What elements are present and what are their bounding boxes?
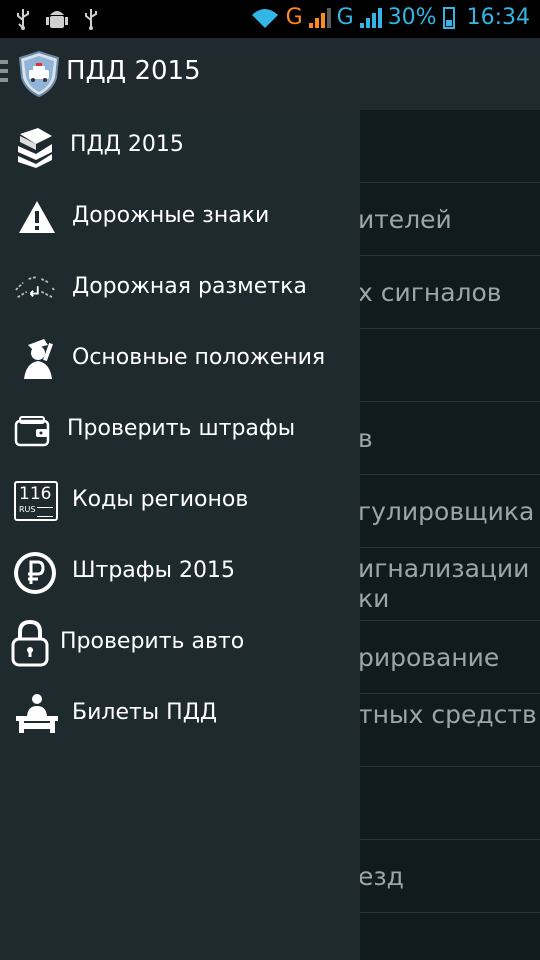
clock: 16:34 <box>466 5 530 30</box>
drawer-item-pdd[interactable]: ПДД 2015 <box>0 112 360 183</box>
network-type-2: G <box>336 5 354 30</box>
app-logo-icon[interactable] <box>18 50 60 98</box>
status-indicators: G G 30% 16:34 <box>250 5 530 30</box>
app-title: ПДД 2015 <box>66 56 201 86</box>
drawer-item-label: Дорожная разметка <box>72 274 307 299</box>
warning-sign-icon <box>19 201 55 233</box>
battery-percent: 30% <box>387 5 437 30</box>
navigation-drawer: ПДД 2015 Дорожные знаки Дорожная разметк… <box>0 110 360 960</box>
wifi-icon <box>251 8 278 28</box>
drawer-item-label: Проверить авто <box>60 629 245 654</box>
drawer-item-label: Коды регионов <box>72 487 249 512</box>
drawer-item-label: Основные положения <box>72 345 326 370</box>
signal-strength-icon-2 <box>359 7 382 28</box>
lock-icon <box>11 619 49 667</box>
officer-icon <box>24 339 53 379</box>
license-plate-icon: 116 RUS <box>14 481 58 521</box>
drawer-item-road-signs[interactable]: Дорожные знаки <box>0 183 360 254</box>
network-type-1: G <box>285 5 303 30</box>
drawer-item-exam-tickets[interactable]: Билеты ПДД <box>0 680 360 751</box>
drawer-item-label: ПДД 2015 <box>70 132 184 157</box>
signal-strength-icon-1 <box>308 7 331 28</box>
ruble-icon <box>14 552 56 594</box>
drawer-item-fines-2015[interactable]: Штрафы 2015 <box>0 538 360 609</box>
android-debug-icon <box>46 8 68 34</box>
road-marking-icon <box>15 276 55 299</box>
drawer-item-road-marking[interactable]: Дорожная разметка <box>0 254 360 325</box>
battery-icon <box>442 6 455 29</box>
drawer-item-basic-provisions[interactable]: Основные положения <box>0 325 360 396</box>
exam-desk-icon <box>16 694 58 733</box>
action-bar: ПДД 2015 <box>0 38 540 110</box>
drawer-item-label: Штрафы 2015 <box>72 558 235 583</box>
drawer-item-check-car[interactable]: Проверить авто <box>0 609 360 680</box>
usb-icon <box>14 8 32 34</box>
wallet-icon <box>14 416 50 447</box>
drawer-item-label: Дорожные знаки <box>72 203 270 228</box>
notification-icons <box>14 8 100 34</box>
drawer-toggle-icon[interactable] <box>0 60 8 87</box>
books-icon <box>18 128 52 168</box>
drawer-item-label: Проверить штрафы <box>67 416 296 441</box>
usb-icon-2 <box>82 8 100 34</box>
drawer-item-check-fines[interactable]: Проверить штрафы <box>0 396 360 467</box>
drawer-item-label: Билеты ПДД <box>72 700 218 725</box>
drawer-item-region-codes[interactable]: 116 RUS Коды регионов <box>0 467 360 538</box>
status-bar: G G 30% 16:34 <box>0 0 540 38</box>
